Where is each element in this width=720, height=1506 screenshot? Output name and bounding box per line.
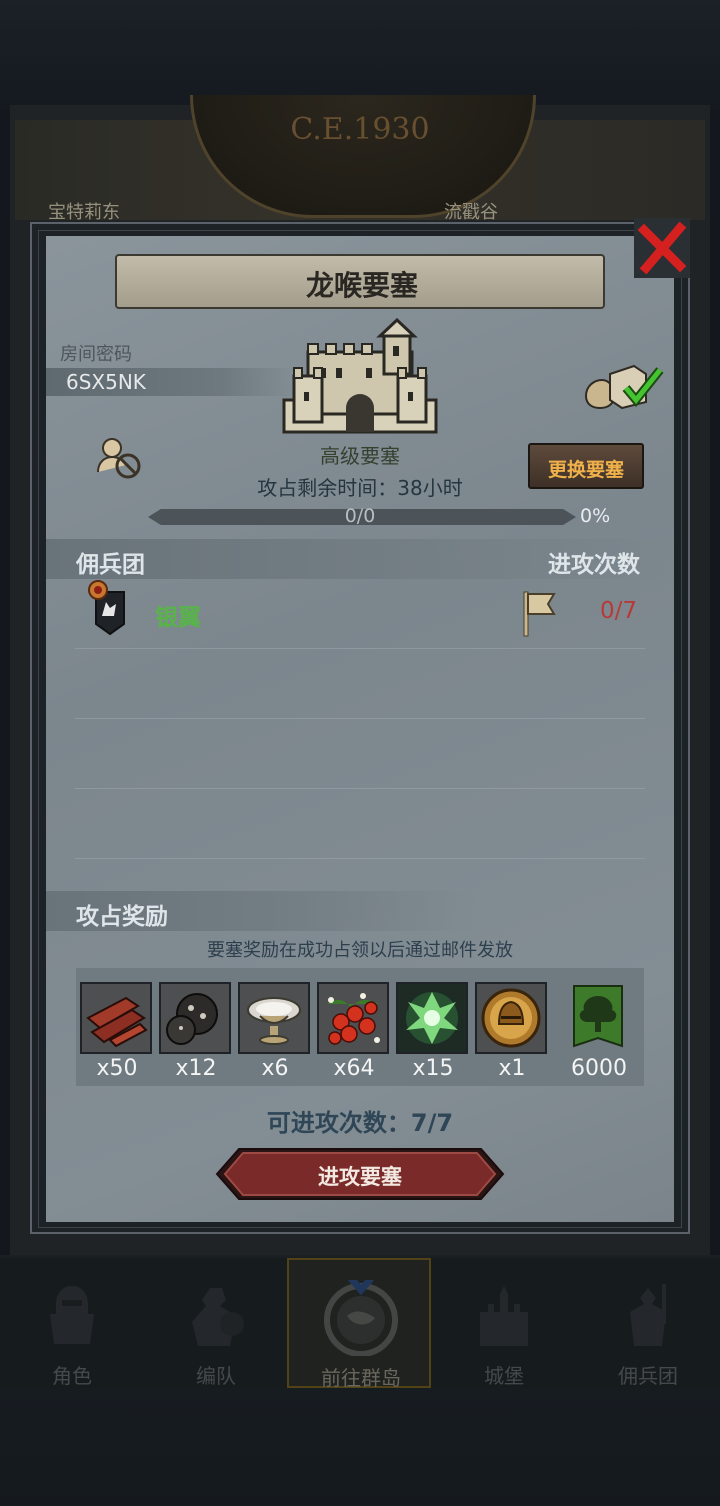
- reward-slot: [238, 982, 310, 1054]
- reward-item[interactable]: x12: [159, 982, 233, 1081]
- close-button[interactable]: [634, 218, 690, 278]
- reward-item[interactable]: x64: [317, 982, 391, 1081]
- reward-slot: [159, 982, 231, 1054]
- row-divider: [75, 648, 645, 649]
- change-fortress-label: 更换要塞: [547, 459, 624, 481]
- reward-qty: x1: [498, 1056, 526, 1081]
- reward-slot: [475, 982, 547, 1054]
- forest-spirit-icon: [398, 984, 466, 1052]
- occupation-progress-count: 0/0: [344, 505, 376, 527]
- reward-slot: [396, 982, 468, 1054]
- title-banner: 龙喉要塞: [115, 254, 605, 309]
- flag-icon: [523, 591, 556, 637]
- mercenary-attack-count: 0/7: [600, 598, 638, 624]
- row-divider: [75, 858, 645, 859]
- occupation-progress-percent: 0%: [580, 505, 611, 527]
- silver-bowl-icon: [240, 984, 308, 1052]
- tree-banner-icon: [573, 985, 623, 1048]
- room-code[interactable]: 6SX5NK: [66, 370, 146, 394]
- wolf-emblem-icon: [88, 580, 125, 636]
- reward-qty: x64: [333, 1056, 375, 1081]
- attack-fortress-label: 进攻要塞: [318, 1165, 402, 1189]
- mercenary-name: 银翼: [155, 605, 201, 631]
- reward-qty: x6: [261, 1056, 289, 1081]
- fortress-icon: [282, 318, 438, 434]
- attack-fortress-button[interactable]: 进攻要塞: [215, 1147, 505, 1201]
- change-fortress-button[interactable]: 更换要塞: [528, 443, 644, 489]
- fortress-level: 高级要塞: [320, 444, 400, 468]
- reward-qty: 6000: [571, 1056, 627, 1081]
- reward-item[interactable]: x15: [396, 982, 470, 1081]
- reward-item[interactable]: 6000: [562, 982, 636, 1081]
- truffle-icon: [161, 984, 229, 1052]
- golden-helmet-icon: [477, 984, 545, 1052]
- mercenary-header: 佣兵团: [76, 552, 145, 578]
- reward-item[interactable]: x50: [80, 982, 154, 1081]
- room-password-label: 房间密码: [60, 344, 132, 365]
- dialog-title: 龙喉要塞: [305, 269, 418, 302]
- attacks-header: 进攻次数: [548, 552, 640, 578]
- reward-item[interactable]: x1: [475, 982, 549, 1081]
- reward-qty: x50: [96, 1056, 138, 1081]
- row-divider: [75, 718, 645, 719]
- claim-chest-icon[interactable]: [584, 362, 664, 410]
- reward-slot: [80, 982, 152, 1054]
- rewards-header: 攻占奖励: [76, 904, 168, 930]
- row-divider: [75, 788, 645, 789]
- remaining-attacks: 可进攻次数：7/7: [266, 1109, 454, 1137]
- reward-qty: x12: [175, 1056, 217, 1081]
- reward-slot: [317, 982, 389, 1054]
- user-blocked-icon[interactable]: [96, 436, 142, 480]
- berries-icon: [319, 984, 387, 1052]
- reward-qty: x15: [412, 1056, 454, 1081]
- wood-planks-icon: [82, 984, 150, 1052]
- close-icon: [637, 221, 687, 275]
- rewards-note: 要塞奖励在成功占领以后通过邮件发放: [207, 940, 513, 961]
- occupation-time-left: 攻占剩余时间：38小时: [257, 476, 463, 500]
- reward-item[interactable]: x6: [238, 982, 312, 1081]
- reward-slot: [562, 982, 634, 1054]
